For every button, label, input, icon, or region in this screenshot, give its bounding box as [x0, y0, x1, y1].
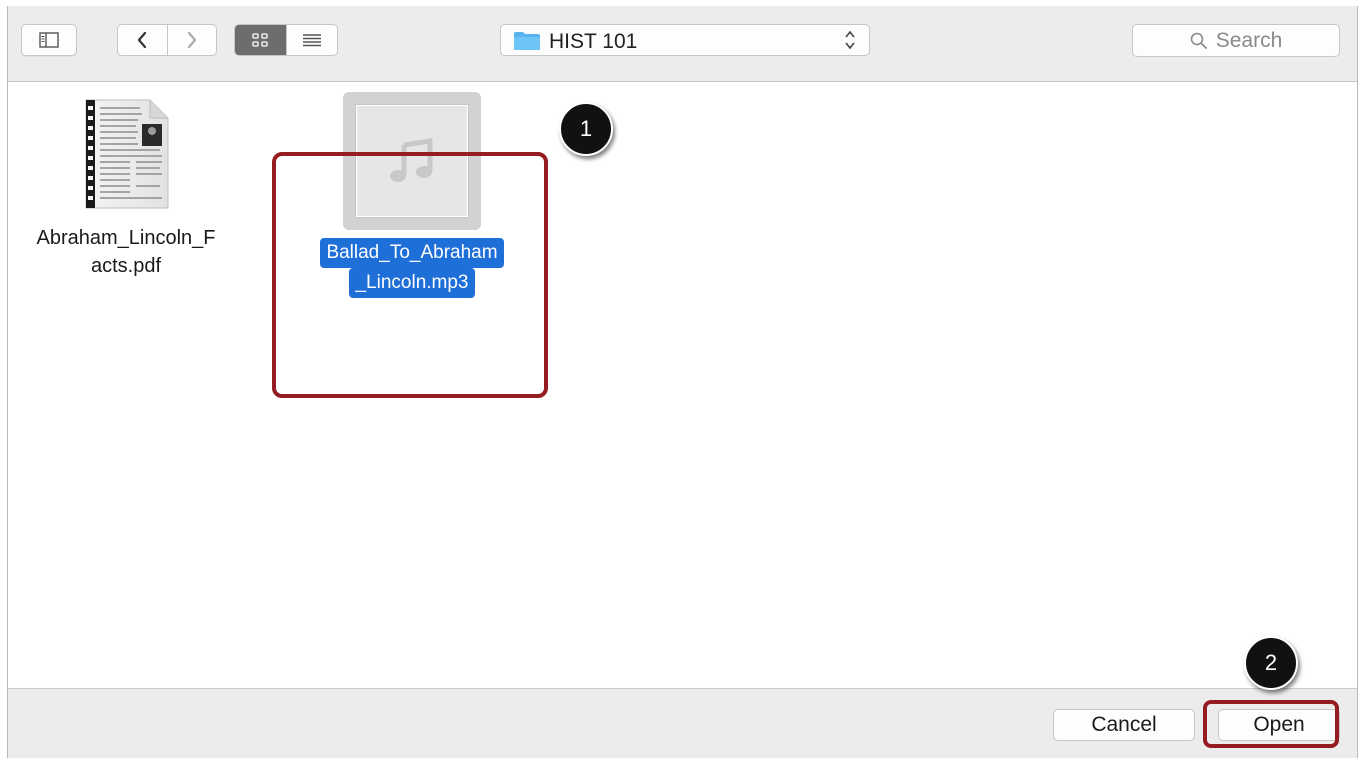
icon-view-button[interactable]	[235, 25, 286, 55]
open-callout-box	[1203, 700, 1339, 748]
search-placeholder: Search	[1215, 28, 1283, 52]
back-button[interactable]	[118, 25, 167, 55]
list-view-button[interactable]	[285, 25, 337, 55]
sidebar-icon	[39, 32, 59, 48]
step-badge-1: 1	[559, 102, 613, 156]
location-popup[interactable]: HIST 101	[500, 24, 870, 56]
search-field[interactable]: Search	[1132, 24, 1340, 57]
list-icon	[302, 34, 321, 47]
folder-icon	[514, 32, 540, 50]
file-browser: Abraham_Lincoln_F acts.pdf Ballad_To_Abr…	[8, 82, 1357, 688]
forward-button[interactable]	[166, 25, 216, 55]
navigation-segment	[117, 24, 217, 56]
dialog-footer: Cancel Open	[8, 688, 1357, 758]
toolbar: HIST 101 Search	[8, 6, 1357, 82]
file-name: Abraham_Lincoln_F acts.pdf	[36, 227, 216, 277]
up-down-chevron-icon	[845, 30, 855, 50]
chevron-left-icon	[138, 31, 147, 49]
file-item[interactable]: Abraham_Lincoln_F acts.pdf	[26, 98, 226, 280]
cancel-button[interactable]: Cancel	[1053, 709, 1195, 741]
search-icon	[1190, 32, 1207, 49]
pdf-document-icon	[80, 98, 172, 210]
location-name: HIST 101	[549, 30, 638, 53]
chevron-right-icon	[187, 31, 197, 49]
highlight-callout-box	[272, 152, 548, 398]
sidebar-toggle-button[interactable]	[21, 24, 77, 56]
step-badge-2: 2	[1244, 636, 1298, 690]
file-open-dialog: HIST 101 Search Abraham_Lincoln_F acts.p…	[7, 6, 1358, 758]
grid-icon	[252, 33, 269, 47]
view-mode-segment	[234, 24, 338, 56]
